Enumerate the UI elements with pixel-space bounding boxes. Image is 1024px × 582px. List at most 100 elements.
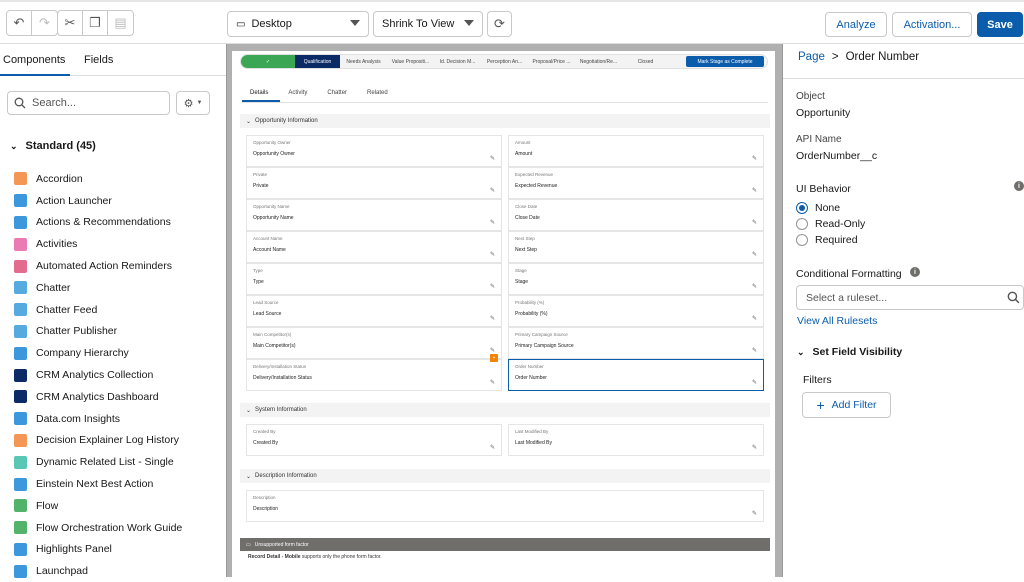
component-item[interactable]: Chatter Publisher (14, 321, 224, 343)
standard-section-header[interactable]: ⌄ Standard (45) (10, 140, 96, 152)
component-item[interactable]: Action Launcher (14, 190, 224, 212)
set-field-visibility-header[interactable]: ⌄ Set Field Visibility (797, 346, 902, 358)
detail-tab[interactable]: Chatter (319, 85, 359, 102)
tab-fields[interactable]: Fields (81, 44, 117, 76)
field-right-4[interactable]: Stage Stage ✎ (508, 263, 764, 295)
analyze-button[interactable]: Analyze (825, 12, 887, 37)
view-all-rulesets-link[interactable]: View All Rulesets (797, 315, 877, 327)
field-right-7[interactable]: Order Number Order Number ✎ (508, 359, 764, 391)
field-value: Delivery/Installation Status (253, 375, 312, 381)
component-item[interactable]: Dynamic Related List - Single (14, 451, 224, 473)
mark-stage-complete-button[interactable]: Mark Stage as Complete (686, 56, 764, 67)
field-left-0[interactable]: Opportunity Owner Opportunity Owner ✎ (246, 135, 502, 167)
path-stage[interactable]: Needs Analysis (340, 55, 387, 68)
detail-tab[interactable]: Activity (280, 85, 319, 102)
component-item[interactable]: Data.com Insights (14, 408, 224, 430)
component-item[interactable]: Highlights Panel (14, 539, 224, 561)
pencil-icon: ✎ (751, 220, 757, 226)
detail-tab[interactable]: Related (359, 85, 400, 102)
field-left-4[interactable]: Type Type ✎ (246, 263, 502, 295)
field-left-1[interactable]: Private Private ✎ (246, 167, 502, 199)
field-left-7[interactable]: Delivery/Installation Status Delivery/Ins… (246, 354, 502, 391)
field-description[interactable]: Description Description ✎ (246, 490, 764, 522)
component-item[interactable]: Activities (14, 233, 224, 255)
field-left-3[interactable]: Account Name Account Name ✎ (246, 231, 502, 263)
section-opportunity-information[interactable]: ⌄ Opportunity Information (240, 114, 770, 128)
pencil-icon: ✎ (489, 284, 495, 290)
field-system-0[interactable]: Created By Created By ✎ (246, 424, 502, 456)
path-stage[interactable]: Perception An... (481, 55, 528, 68)
paste-icon[interactable]: ▤ (108, 11, 133, 35)
path-stage[interactable]: Negotiation/Re... (575, 55, 622, 68)
field-right-2[interactable]: Close Date Close Date ✎ (508, 199, 764, 231)
field-left-6[interactable]: Main Competitor(s) Main Competitor(s) ✎ (246, 327, 502, 359)
field-system-1[interactable]: Last Modified By Last Modified By ✎ (508, 424, 764, 456)
add-filter-button[interactable]: + Add Filter (802, 392, 891, 418)
field-label: Next Step (515, 236, 535, 241)
field-left-5[interactable]: Lead Source Lead Source ✎ (246, 295, 502, 327)
detail-tab[interactable]: Details (242, 85, 281, 102)
ruleset-placeholder: Select a ruleset... (806, 291, 888, 304)
desktop-icon: ▭ (246, 541, 251, 548)
undo-icon[interactable]: ↶ (7, 11, 32, 35)
path-stage[interactable]: Id. Decision M... (434, 55, 481, 68)
unsupported-description-text: supports only the phone form factor. (301, 554, 382, 560)
component-item[interactable]: Launchpad (14, 560, 224, 582)
path-stage[interactable]: Closed (622, 55, 669, 68)
info-icon[interactable]: i (1014, 181, 1024, 191)
field-right-3[interactable]: Next Step Next Step ✎ (508, 231, 764, 263)
breadcrumb-page-link[interactable]: Page (798, 51, 825, 63)
field-right-6[interactable]: Primary Campaign Source Primary Campaign … (508, 327, 764, 359)
info-icon[interactable]: i (910, 267, 920, 277)
field-value: Created By (253, 440, 279, 446)
component-item[interactable]: Actions & Recommendations (14, 212, 224, 234)
radio-none[interactable]: None (796, 202, 840, 214)
chevron-down-icon: ⌄ (797, 346, 805, 357)
path-stage[interactable]: Value Propositi... (387, 55, 434, 68)
object-value: Opportunity (796, 107, 851, 119)
activation-button[interactable]: Activation... (892, 12, 972, 37)
search-input[interactable]: Search... (7, 91, 170, 115)
set-field-visibility-label: Set Field Visibility (812, 346, 903, 358)
panel-tabs: Components Fields (0, 44, 226, 76)
field-right-5[interactable]: Probability (%) Probability (%) ✎ (508, 295, 764, 327)
radio-required[interactable]: Required (796, 234, 858, 246)
zoom-select[interactable]: Shrink To View (373, 11, 483, 37)
section-system-information[interactable]: ⌄ System Information (240, 403, 770, 417)
radio-button (796, 218, 808, 230)
component-item[interactable]: Automated Action Reminders (14, 255, 224, 277)
field-right-0[interactable]: Amount Amount ✎ (508, 135, 764, 167)
component-item[interactable]: Einstein Next Best Action (14, 473, 224, 495)
copy-icon[interactable]: ❐ (83, 11, 108, 35)
component-item[interactable]: Accordion (14, 168, 224, 190)
path-stage[interactable]: Qualification (295, 55, 340, 68)
path-stage[interactable]: Proposal/Price ... (528, 55, 575, 68)
field-right-1[interactable]: Expected Revenue Expected Revenue ✎ (508, 167, 764, 199)
pencil-icon: ✎ (489, 156, 495, 162)
device-select[interactable]: ▭ Desktop (227, 11, 369, 37)
tab-components[interactable]: Components (0, 44, 70, 76)
component-item[interactable]: Company Hierarchy (14, 342, 224, 364)
activities-icon (14, 237, 27, 251)
component-item[interactable]: CRM Analytics Dashboard (14, 386, 224, 408)
save-button[interactable]: Save (977, 12, 1023, 37)
component-item[interactable]: Flow (14, 495, 224, 517)
field-value: Probability (%) (515, 311, 548, 317)
component-item[interactable]: Decision Explainer Log History (14, 430, 224, 452)
redo-icon[interactable]: ↷ (32, 11, 57, 35)
component-item[interactable]: Flow Orchestration Work Guide (14, 517, 224, 539)
refresh-icon[interactable]: ⟳ (487, 11, 512, 37)
ruleset-search-input[interactable]: Select a ruleset... (796, 285, 1024, 310)
field-label: Probability (%) (515, 300, 545, 305)
field-left-2[interactable]: Opportunity Name Opportunity Name ✎ (246, 199, 502, 231)
component-item[interactable]: CRM Analytics Collection (14, 364, 224, 386)
component-item[interactable]: Chatter Feed (14, 299, 224, 321)
cut-icon[interactable]: ✂ (58, 11, 83, 35)
radio-read-only[interactable]: Read-Only (796, 218, 865, 230)
settings-menu-button[interactable]: ⚙ ▼ (176, 91, 210, 115)
path-component[interactable]: ✓ Qualification Needs Analysis Value Propo… (240, 54, 768, 69)
component-item[interactable]: Chatter (14, 277, 224, 299)
section-description-information[interactable]: ⌄ Description Information (240, 469, 770, 483)
pencil-icon: ✎ (751, 284, 757, 290)
radio-button (796, 202, 808, 214)
